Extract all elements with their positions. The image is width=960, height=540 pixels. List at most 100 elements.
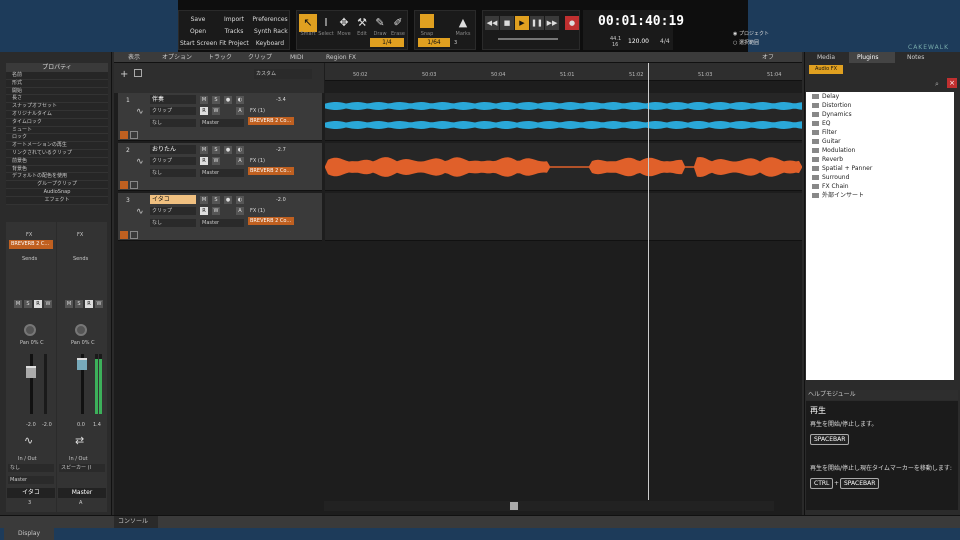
- plugin-folder[interactable]: Reverb: [806, 155, 954, 164]
- track-volume[interactable]: -2.7: [276, 147, 286, 153]
- audio-waveform[interactable]: [325, 143, 802, 191]
- time-display[interactable]: 00:01:40:19: [598, 14, 684, 29]
- effect-section[interactable]: エフェクト: [6, 196, 108, 205]
- import-button[interactable]: Import: [220, 16, 248, 23]
- record-arm-button[interactable]: ●: [224, 196, 232, 204]
- scroll-thumb[interactable]: [510, 502, 518, 510]
- fit-project-button[interactable]: Fit Project: [218, 40, 250, 47]
- solo-button[interactable]: S: [75, 300, 83, 308]
- track-name[interactable]: 伴奏: [150, 95, 196, 104]
- time-signature[interactable]: 4/4: [660, 38, 670, 45]
- volume-fader[interactable]: [26, 366, 36, 378]
- save-button[interactable]: Save: [184, 16, 212, 23]
- play-button[interactable]: ▶: [515, 16, 529, 30]
- property-item[interactable]: 形式: [6, 79, 108, 88]
- radio-selection[interactable]: ○ 選択範囲: [733, 39, 759, 46]
- output-device-select[interactable]: スピーカー (I: [59, 464, 105, 472]
- strip-name[interactable]: Master: [58, 488, 106, 498]
- property-item[interactable]: 長さ: [6, 95, 108, 104]
- plugin-folder[interactable]: Spatial + Panner: [806, 164, 954, 173]
- volume-fader[interactable]: [77, 358, 87, 370]
- output-select[interactable]: Master: [200, 169, 244, 177]
- property-item[interactable]: タイムロック: [6, 118, 108, 127]
- read-automation-button[interactable]: R: [200, 157, 208, 165]
- fx-slot[interactable]: BREVERB 2 C...: [9, 240, 53, 249]
- keyboard-button[interactable]: Keyboard: [254, 40, 286, 47]
- search-icon[interactable]: ⌕: [935, 80, 939, 89]
- mute-button[interactable]: M: [14, 300, 22, 308]
- solo-button[interactable]: S: [24, 300, 32, 308]
- property-item[interactable]: 名前: [6, 72, 108, 80]
- audiosnap-section[interactable]: AudioSnap: [6, 188, 108, 197]
- marks-icon[interactable]: ▲: [454, 14, 472, 32]
- mute-button[interactable]: M: [65, 300, 73, 308]
- clip-lane[interactable]: [325, 193, 802, 241]
- strip-name[interactable]: イタコ: [7, 488, 55, 498]
- read-automation-button[interactable]: R: [200, 107, 208, 115]
- erase-tool-icon[interactable]: ✐: [389, 14, 407, 32]
- pan-knob[interactable]: [75, 324, 87, 336]
- property-item[interactable]: リンクされているクリップ: [6, 149, 108, 158]
- input-echo-button[interactable]: ◐: [236, 96, 244, 104]
- property-item[interactable]: ミュート: [6, 126, 108, 135]
- plugin-folder[interactable]: EQ: [806, 119, 954, 128]
- preferences-button[interactable]: Preferences: [252, 16, 288, 23]
- pause-button[interactable]: ❚❚: [530, 16, 544, 30]
- fx-bin[interactable]: FX (1): [248, 207, 294, 215]
- plugin-folder[interactable]: Delay: [806, 92, 954, 101]
- solo-button[interactable]: S: [212, 146, 220, 154]
- input-select[interactable]: なし: [150, 169, 196, 177]
- output-select[interactable]: Master: [8, 476, 54, 484]
- audio-waveform[interactable]: [325, 93, 802, 141]
- plugin-folder[interactable]: Filter: [806, 128, 954, 137]
- write-automation-button[interactable]: W: [212, 107, 220, 115]
- edit-tool-icon[interactable]: ⚒: [353, 14, 371, 32]
- clip-lane[interactable]: [325, 93, 802, 141]
- output-select[interactable]: Master: [200, 219, 244, 227]
- mute-button[interactable]: M: [200, 196, 208, 204]
- menu-region-fx[interactable]: Region FX: [326, 52, 356, 63]
- record-arm-button[interactable]: R: [85, 300, 93, 308]
- input-echo-button[interactable]: W: [44, 300, 52, 308]
- start-screen-button[interactable]: Start Screen: [180, 40, 217, 47]
- menu-midi[interactable]: MIDI: [290, 52, 303, 63]
- menu-clip[interactable]: クリップ: [248, 52, 272, 63]
- track-name[interactable]: イタコ: [150, 195, 196, 204]
- fx-bin[interactable]: FX (1): [248, 107, 294, 115]
- track-header[interactable]: 2 おりたん M S ● ◐ -2.7 クリップ R W A なし Master…: [118, 143, 322, 191]
- input-echo-button[interactable]: ◐: [236, 196, 244, 204]
- grid-resolution[interactable]: 1/64: [418, 38, 450, 47]
- tempo-value[interactable]: 120.00: [628, 38, 649, 45]
- input-select[interactable]: なし: [8, 464, 54, 472]
- property-item[interactable]: オリジナルタイム: [6, 110, 108, 119]
- open-button[interactable]: Open: [184, 28, 212, 35]
- fast-forward-button[interactable]: ▶▶: [545, 16, 559, 30]
- plugin-folder[interactable]: Distortion: [806, 101, 954, 110]
- tab-media[interactable]: Media: [809, 52, 835, 63]
- move-tool-icon[interactable]: ✥: [335, 14, 353, 32]
- select-tool-icon[interactable]: I: [317, 14, 335, 32]
- property-item[interactable]: ロック: [6, 134, 108, 143]
- draw-tool-icon[interactable]: ✎: [371, 14, 389, 32]
- track-options-icon[interactable]: [134, 69, 142, 77]
- close-icon[interactable]: ×: [947, 78, 957, 88]
- plugin-folder[interactable]: Surround: [806, 173, 954, 182]
- automation-off[interactable]: オフ: [762, 52, 774, 63]
- position-slider[interactable]: [498, 38, 558, 40]
- fx-slot[interactable]: BREVERB 2 Co...: [248, 117, 294, 125]
- group-clip-section[interactable]: グループクリップ: [6, 181, 108, 189]
- automation-icon[interactable]: [130, 181, 138, 189]
- property-item[interactable]: スナップオフセット: [6, 103, 108, 111]
- stop-button[interactable]: ■: [500, 16, 514, 30]
- fx-bin[interactable]: FX (1): [248, 157, 294, 165]
- audio-fx-category[interactable]: Audio FX: [809, 65, 843, 74]
- solo-button[interactable]: S: [212, 196, 220, 204]
- property-item[interactable]: デフォルトの配色を使用: [6, 173, 108, 182]
- track-header[interactable]: 3 イタコ M S ● ◐ -2.0 クリップ R W A なし Master …: [118, 193, 322, 241]
- plugin-folder[interactable]: Guitar: [806, 137, 954, 146]
- archive-button[interactable]: A: [236, 207, 244, 215]
- pan-knob[interactable]: [24, 324, 36, 336]
- output-select[interactable]: Master: [200, 119, 244, 127]
- clip-select[interactable]: クリップ: [150, 207, 196, 215]
- archive-button[interactable]: A: [236, 157, 244, 165]
